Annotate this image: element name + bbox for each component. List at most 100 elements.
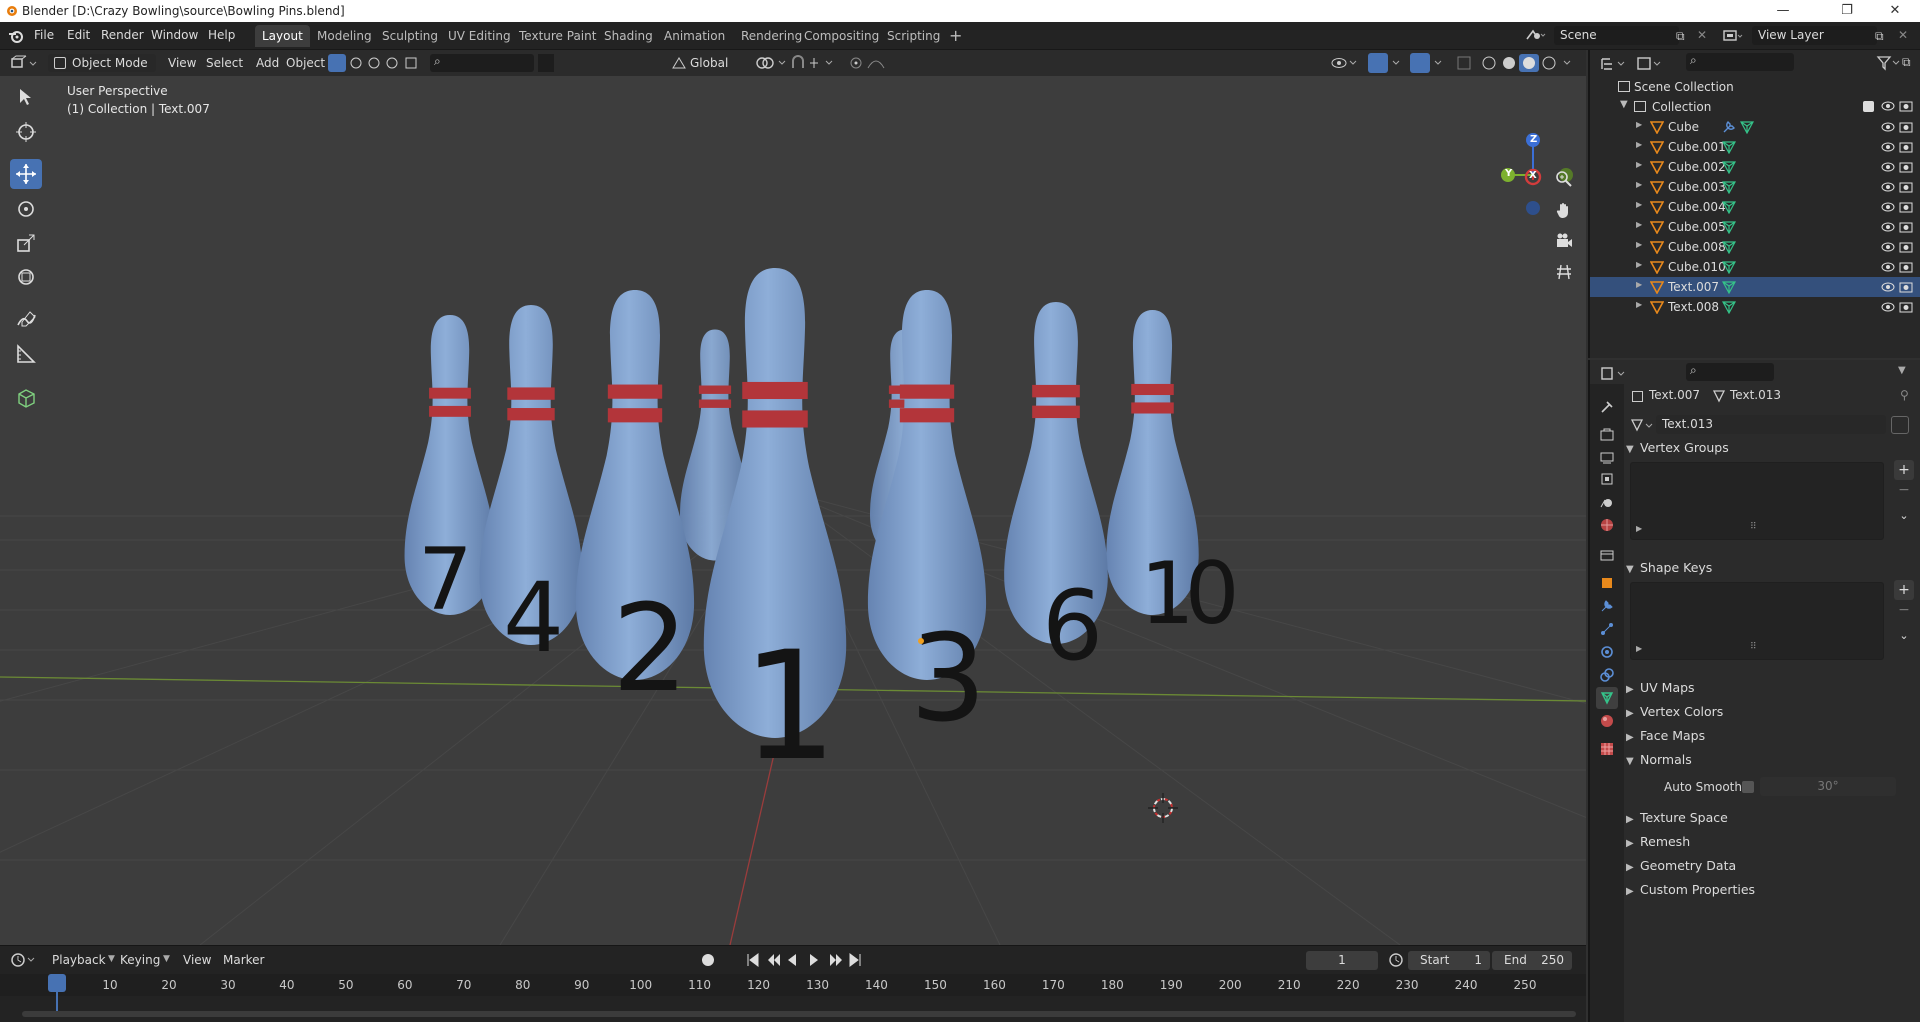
expand-arrow-icon[interactable]: ▶ [1636,160,1642,169]
expand-arrow-icon[interactable]: ▶ [1636,120,1642,129]
outliner-object-row[interactable]: ▶ Cube.005 [1590,217,1920,237]
shape-keys-list[interactable] [1630,582,1884,660]
mesh-data-icon[interactable] [1722,160,1736,174]
scale-tool-button[interactable] [10,228,42,258]
tab-uv-editing[interactable]: UV Editing [441,25,518,47]
section-normals[interactable]: ▼ Normals [1626,752,1692,767]
timeline-editor-type-icon[interactable] [10,952,38,968]
outliner-editor-type-icon[interactable] [1600,56,1628,72]
collection-checkbox[interactable] [1863,101,1874,112]
outliner-collection-row[interactable]: ▼ Collection [1590,97,1920,117]
pin-icon[interactable]: ⚲ [1900,388,1909,402]
remove-view-layer-icon[interactable]: ✕ [1898,28,1908,42]
visibility-selectability-icon[interactable] [1330,55,1362,71]
viewport-search-field[interactable] [430,54,534,72]
tab-shading[interactable]: Shading [597,25,660,47]
search-dropdown-button[interactable] [538,54,554,72]
expand-arrow-icon[interactable]: ▶ [1636,260,1642,269]
visibility-eye-icon[interactable] [1880,119,1896,135]
snap-icon[interactable] [790,55,840,71]
outliner-object-row[interactable]: ▶ Text.008 [1590,297,1920,317]
xray-toggle-icon[interactable] [1456,55,1472,71]
timeline-menu-keying[interactable]: Keying [114,951,166,969]
expand-arrow-icon[interactable]: ▶ [1636,300,1642,309]
render-camera-icon[interactable] [1898,279,1914,295]
expand-arrow-icon[interactable]: ▶ [1636,220,1642,229]
tab-tool-icon[interactable] [1596,396,1618,418]
outliner-object-row[interactable]: ▶ Text.007 [1590,277,1920,297]
menu-file[interactable]: File [34,28,54,42]
camera-view-icon[interactable] [1550,227,1578,255]
tab-sculpting[interactable]: Sculpting [375,25,445,47]
display-mode-icon[interactable] [1636,56,1664,72]
render-camera-icon[interactable] [1898,299,1914,315]
visibility-eye-icon[interactable] [1880,219,1896,235]
tab-object-icon[interactable] [1596,572,1618,594]
expand-arrow-icon[interactable]: ▶ [1636,280,1642,289]
section-uv-maps[interactable]: ▶ UV Maps [1626,680,1695,695]
scene-name-field[interactable]: Scene [1554,26,1679,45]
move-tool-button[interactable] [10,159,42,189]
tab-view-layer-icon[interactable] [1596,468,1618,490]
timeline-menu-marker[interactable]: Marker [217,951,270,969]
properties-options-chevron-icon[interactable]: ▼ [1898,365,1906,376]
render-camera-icon[interactable] [1898,119,1914,135]
overlays-dropdown-icon[interactable] [1432,55,1446,71]
tab-render-icon[interactable] [1596,424,1618,446]
new-view-layer-icon[interactable]: ⧉ [1875,29,1884,44]
section-face-maps[interactable]: ▶ Face Maps [1626,728,1705,743]
gizmo-dropdown-icon[interactable] [1390,55,1404,71]
mesh-data-icon[interactable] [1722,180,1736,194]
editor-type-icon[interactable] [10,54,38,72]
tab-physics-icon[interactable] [1596,641,1618,663]
remove-scene-icon[interactable]: ✕ [1697,28,1707,42]
blender-menu-icon[interactable] [8,29,24,43]
view-layer-field[interactable]: View Layer [1752,26,1877,45]
tab-material-icon[interactable] [1596,710,1618,732]
render-camera-icon[interactable] [1898,159,1914,175]
add-workspace-button[interactable]: + [942,25,969,47]
tab-world-icon[interactable] [1596,514,1618,536]
visibility-eye-icon[interactable] [1880,299,1896,315]
current-frame-field[interactable]: 1 [1306,951,1378,970]
vertex-groups-list[interactable] [1630,462,1884,540]
fake-user-shield-icon[interactable] [1891,416,1909,434]
datablock-name-field[interactable]: Text.013 [1656,415,1886,434]
vertex-group-specials-icon[interactable]: ⌄ [1894,505,1914,525]
visibility-eye-icon[interactable] [1880,279,1896,295]
visibility-eye-icon[interactable] [1880,259,1896,275]
render-camera-icon[interactable] [1898,259,1914,275]
render-camera-icon[interactable] [1898,219,1914,235]
transform-tool-button[interactable] [10,262,42,292]
section-geometry-data[interactable]: ▶ Geometry Data [1626,858,1736,873]
mesh-data-icon[interactable] [1722,220,1736,234]
menu-window[interactable]: Window [151,28,198,42]
render-camera-icon[interactable] [1898,139,1914,155]
tab-constraints-icon[interactable] [1596,664,1618,686]
3d-viewport[interactable]: 7 4 2 1 3 6 10 Object Mode View Select A… [0,50,1586,945]
mesh-data-icon[interactable] [1722,300,1736,314]
outliner-object-row[interactable]: ▶ Cube.008 [1590,237,1920,257]
start-frame-field[interactable]: Start 1 [1408,951,1490,970]
menu-help[interactable]: Help [208,28,235,42]
outliner-object-row[interactable]: ▶ Cube [1590,117,1920,137]
visibility-eye-icon[interactable] [1880,159,1896,175]
playback-controls[interactable] [746,951,866,969]
tab-layout[interactable]: Layout [255,25,310,47]
auto-keying-icon[interactable] [702,954,714,966]
pivot-point-icon[interactable] [755,55,791,71]
shape-key-specials-icon[interactable]: ⌄ [1894,625,1914,645]
shape-keys-resize-handle[interactable]: ⠿ [1750,642,1757,652]
section-vertex-groups[interactable]: ▼ Vertex Groups [1626,440,1729,455]
tab-modifier-icon[interactable] [1596,595,1618,617]
scene-icon[interactable] [1524,27,1546,43]
outliner-search-field[interactable] [1686,53,1794,71]
filter-icon[interactable] [1876,55,1902,71]
collection-expand-icon[interactable]: ▼ [1620,99,1628,110]
outliner-object-row[interactable]: ▶ Cube.010 [1590,257,1920,277]
end-frame-field[interactable]: End 250 [1492,951,1572,970]
maximize-button[interactable]: ❐ [1824,0,1870,22]
mesh-data-icon[interactable] [1722,200,1736,214]
section-texture-space[interactable]: ▶ Texture Space [1626,810,1728,825]
expand-arrow-icon[interactable]: ▶ [1636,240,1642,249]
